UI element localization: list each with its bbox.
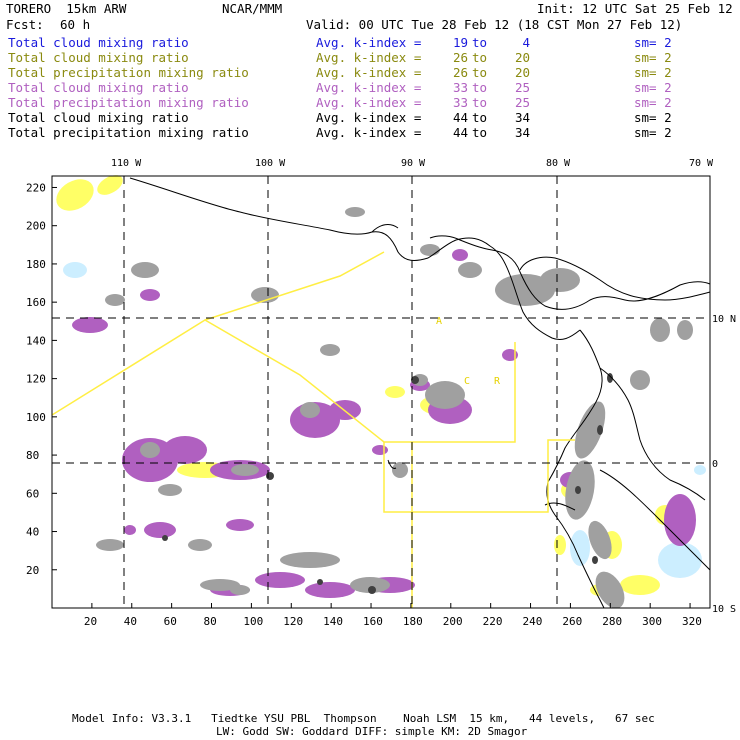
cloud-field-19-4	[570, 530, 590, 566]
lat-label-10s: 10 S	[712, 604, 736, 615]
cloud-core	[575, 486, 581, 494]
x-tick-label: 60	[164, 615, 177, 628]
precip-field-33-25	[72, 317, 108, 333]
lon-label-90w: 90 W	[401, 158, 426, 169]
cloud-field-19-4	[658, 542, 702, 578]
cloud-field-44-34	[392, 462, 408, 478]
x-tick-label: 160	[363, 615, 383, 628]
x-tick-label: 80	[204, 615, 217, 628]
physics-info: LW: Godd SW: Goddard DIFF: simple KM: 2D…	[216, 725, 528, 738]
cloud-core	[368, 586, 376, 594]
y-tick-label: 40	[26, 526, 39, 539]
cloud-core	[162, 535, 168, 541]
cloud-field-44-34	[230, 585, 250, 595]
cloud-field-44-34	[540, 268, 580, 292]
x-tick-label: 140	[323, 615, 343, 628]
y-tick-label: 140	[26, 334, 46, 347]
x-tick-label: 120	[283, 615, 303, 628]
x-tick-label: 300	[642, 615, 662, 628]
x-tick-label: 220	[483, 615, 503, 628]
lon-label-70w: 70 W	[689, 158, 714, 169]
x-tick-label: 40	[124, 615, 137, 628]
map-plot-area: 20 40 60 80 100 120 140 160 180 200 220 240 260 280 30…	[26, 175, 711, 628]
precip-field-33-25	[664, 494, 696, 546]
cloud-field-44-34	[425, 381, 465, 409]
cloud-field-44-34	[650, 318, 670, 342]
cloud-field-44-34	[420, 244, 440, 256]
precip-field-33-25	[226, 519, 254, 531]
lat-label-10n: 10 N	[712, 314, 736, 325]
cloud-field-44-34	[140, 442, 160, 458]
cloud-field-44-34	[280, 552, 340, 568]
y-tick-label: 200	[26, 220, 46, 233]
cloud-field-44-34	[188, 539, 212, 551]
x-tick-label: 100	[243, 615, 263, 628]
x-tick-label: 20	[84, 615, 97, 628]
cloud-field-44-34	[345, 207, 365, 217]
precip-field-33-25	[452, 249, 468, 261]
cloud-field-44-34	[320, 344, 340, 356]
cloud-field-44-34	[231, 464, 259, 476]
region-label-c: C	[464, 376, 470, 387]
cloud-field-26-20	[620, 575, 660, 595]
precip-field-33-25	[305, 582, 355, 598]
precip-field-33-25	[255, 572, 305, 588]
x-tick-label: 260	[562, 615, 582, 628]
lat-label-0: 0	[712, 459, 718, 470]
precip-field-33-25	[140, 289, 160, 301]
cloud-field-26-20	[554, 535, 566, 555]
lon-label-100w: 100 W	[255, 158, 286, 169]
cloud-field-44-34	[458, 262, 482, 278]
y-tick-label: 160	[26, 296, 46, 309]
cloud-field-44-34	[105, 294, 125, 306]
precip-field-33-25	[144, 522, 176, 538]
cloud-core	[592, 556, 598, 564]
y-tick-label: 60	[26, 487, 39, 500]
cloud-field-19-4	[63, 262, 87, 278]
y-tick-label: 20	[26, 564, 39, 577]
region-label-r: R	[494, 376, 501, 387]
cloud-field-44-34	[300, 402, 320, 418]
x-tick-label: 180	[403, 615, 423, 628]
cloud-field-44-34	[96, 539, 124, 551]
x-tick-label: 280	[602, 615, 622, 628]
cloud-core	[597, 425, 603, 435]
cloud-field-19-4	[694, 465, 706, 475]
precip-field-33-25	[163, 436, 207, 464]
lon-label-80w: 80 W	[546, 158, 571, 169]
region-label-a: A	[436, 316, 442, 327]
cloud-core	[317, 579, 323, 585]
x-tick-label: 320	[682, 615, 702, 628]
cloud-core	[266, 472, 274, 480]
cloud-field-44-34	[677, 320, 693, 340]
cloud-field-44-34	[131, 262, 159, 278]
precip-field-33-25	[124, 525, 136, 535]
cloud-field-44-34	[630, 370, 650, 390]
y-tick-label: 120	[26, 373, 46, 386]
y-tick-label: 80	[26, 449, 39, 462]
y-tick-label: 100	[26, 411, 46, 424]
y-tick-label: 220	[26, 181, 46, 194]
lon-label-110w: 110 W	[111, 158, 142, 169]
cloud-field-44-34	[158, 484, 182, 496]
x-tick-label: 200	[443, 615, 463, 628]
weather-map: 20 40 60 80 100 120 140 160 180 200 220 240 260 280 30…	[26, 158, 736, 628]
precip-field-33-25	[372, 445, 388, 455]
y-tick-label: 180	[26, 258, 46, 271]
cloud-field-26-20	[385, 386, 405, 398]
x-tick-label: 240	[523, 615, 543, 628]
